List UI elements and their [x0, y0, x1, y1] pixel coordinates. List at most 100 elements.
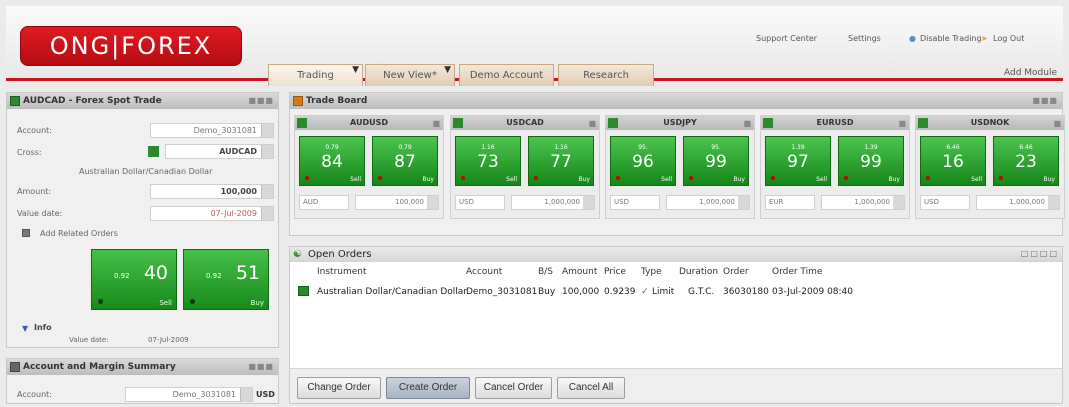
amount-field[interactable]: 100,000 [150, 184, 274, 199]
tile-buy-button[interactable]: 95. 99 Buy [683, 136, 749, 186]
support-center-link[interactable]: Support Center [756, 34, 817, 43]
buy-price-pips: 87 [394, 152, 416, 172]
close-icon[interactable]: ■ [743, 117, 751, 131]
tab-research[interactable]: Research [558, 64, 654, 86]
col-bs[interactable]: B/S [538, 267, 553, 277]
tile-pair: EURUSD [816, 118, 854, 127]
trade-tile-usdcad: USDCAD ■ 1.16 73 Sell 1.16 77 Buy USD 1,000,000 [450, 115, 600, 219]
trade-board-icon [293, 96, 303, 106]
sell-button[interactable]: 0.92 40 Sell [91, 249, 177, 310]
close-icon[interactable]: ■ [588, 117, 596, 131]
tile-sell-button[interactable]: 1.39 97 Sell [765, 136, 831, 186]
tile-buy-button[interactable]: 1.39 99 Buy [838, 136, 904, 186]
col-type[interactable]: Type [641, 267, 662, 277]
indicator-dot-icon [999, 176, 1003, 180]
logout-link[interactable]: Log Out [993, 34, 1024, 43]
account-select[interactable]: Demo_3031081 [150, 123, 274, 138]
module-icon [297, 118, 307, 128]
panel-title: AUDCAD - Forex Spot Trade [23, 96, 162, 106]
cancel-order-button[interactable]: Cancel Order [475, 377, 552, 399]
orders-toolbar: Change Order Create Order Cancel Order C… [290, 368, 1062, 403]
panel-title: Account and Margin Summary [23, 362, 176, 372]
indicator-dot-icon [771, 176, 775, 180]
indicator-dot-icon [926, 176, 930, 180]
col-instrument[interactable]: Instrument [317, 267, 367, 277]
buy-label: Buy [888, 176, 900, 183]
tile-sell-button[interactable]: 95. 96 Sell [610, 136, 676, 186]
close-icon[interactable]: ■ [1053, 117, 1061, 131]
spot-trade-panel: AUDCAD - Forex Spot Trade ■■■ Account: De… [6, 92, 279, 348]
col-order[interactable]: Order [723, 267, 749, 277]
buy-price-prefix: 1.39 [864, 144, 878, 151]
dropdown-arrow-icon [893, 196, 904, 209]
col-price[interactable]: Price [604, 267, 626, 277]
close-icon[interactable]: ■ [432, 117, 440, 131]
sell-label: Sell [816, 176, 827, 183]
tile-buy-button[interactable]: 0.79 87 Buy [372, 136, 438, 186]
buy-button[interactable]: 0.92 51 Buy [183, 249, 269, 310]
create-order-button[interactable]: Create Order [386, 377, 470, 399]
panel-title: Open Orders [308, 249, 372, 260]
window-controls-icon[interactable]: ■■■ [1032, 96, 1058, 105]
sell-price-pips: 16 [942, 152, 964, 172]
tile-currency-field[interactable]: AUD [299, 195, 349, 210]
window-controls-icon[interactable]: ■■■ [248, 362, 274, 371]
tab-new-view[interactable]: New View* ▼ [365, 64, 455, 86]
sell-price-pips: 97 [787, 152, 809, 172]
tile-amount-field[interactable]: 1,000,000 [666, 195, 750, 210]
tile-sell-button[interactable]: 6.46 16 Sell [920, 136, 986, 186]
tab-trading[interactable]: Trading ▼ [268, 64, 363, 86]
tile-amount-field[interactable]: 1,000,000 [976, 195, 1060, 210]
buy-price-prefix: 95. [711, 144, 721, 151]
cross-select[interactable]: AUDCAD [165, 144, 274, 159]
logo: ONG|FOREX [20, 26, 242, 66]
sell-price-prefix: 1.16 [481, 144, 495, 151]
summary-account-select[interactable]: Demo_3031081 [125, 387, 253, 402]
tile-currency-field[interactable]: USD [920, 195, 970, 210]
tile-currency-field[interactable]: EUR [765, 195, 815, 210]
tile-amount-field[interactable]: 1,000,000 [821, 195, 905, 210]
tile-header: USDNOK ■ [916, 116, 1064, 130]
tab-demo-account[interactable]: Demo Account [459, 64, 554, 86]
buy-price-prefix: 0.92 [206, 272, 222, 280]
col-amount[interactable]: Amount [562, 267, 597, 277]
trade-tile-eurusd: EURUSD ■ 1.39 97 Sell 1.39 99 Buy EUR 1,000,000 [760, 115, 910, 219]
tile-buy-button[interactable]: 6.46 23 Buy [993, 136, 1059, 186]
indicator-dot-icon [461, 176, 465, 180]
cancel-all-button[interactable]: Cancel All [557, 377, 625, 399]
tile-buy-button[interactable]: 1.16 77 Buy [528, 136, 594, 186]
sell-label: Sell [506, 176, 517, 183]
related-orders-label: Add Related Orders [40, 229, 118, 238]
panel-header: ☯ Open Orders □□□□ [290, 247, 1062, 262]
window-controls-icon[interactable]: □□□□ [1021, 249, 1059, 258]
window-controls-icon[interactable]: ■■■ [248, 96, 274, 105]
col-order-time[interactable]: Order Time [772, 267, 822, 277]
change-order-button[interactable]: Change Order [297, 377, 381, 399]
sell-label: Sell [159, 299, 172, 307]
account-value: Demo_3031081 [193, 126, 257, 135]
settings-link[interactable]: Settings [848, 34, 881, 43]
orders-icon: ☯ [293, 249, 302, 260]
close-icon[interactable]: ■ [898, 117, 906, 131]
info-value-date-label: Value date: [69, 336, 109, 344]
tile-amount-field[interactable]: 100,000 [355, 195, 439, 210]
col-duration[interactable]: Duration [679, 267, 718, 277]
tile-currency-field[interactable]: USD [610, 195, 660, 210]
tile-amount-field[interactable]: 1,000,000 [511, 195, 595, 210]
col-account[interactable]: Account [466, 267, 502, 277]
buy-price-prefix: 0.79 [398, 144, 412, 151]
value-date-field[interactable]: 07-Jul-2009 [150, 206, 274, 221]
tile-sell-button[interactable]: 1.16 73 Sell [455, 136, 521, 186]
sell-price-pips: 84 [321, 152, 343, 172]
dropdown-arrow-icon [261, 145, 273, 158]
tile-currency-field[interactable]: USD [455, 195, 505, 210]
disable-trading-link[interactable]: Disable Trading [920, 34, 982, 43]
related-orders-checkbox[interactable] [22, 229, 30, 237]
expand-icon[interactable]: ▼ [22, 324, 28, 333]
tile-sell-button[interactable]: 0.79 84 Sell [299, 136, 365, 186]
cell-instrument: Australian Dollar/Canadian Dollar [317, 287, 468, 297]
add-module-link[interactable]: Add Module [1004, 68, 1057, 78]
dropdown-arrow-icon [427, 196, 438, 209]
module-icon [918, 118, 928, 128]
indicator-dot-icon [534, 176, 538, 180]
